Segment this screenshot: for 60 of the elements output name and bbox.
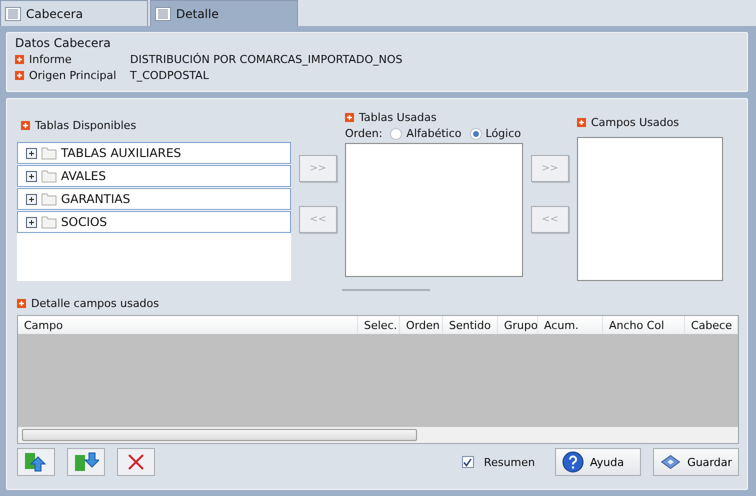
section-title: Tablas Usadas: [359, 111, 437, 124]
folder-icon: [41, 169, 57, 183]
document-icon: [5, 6, 21, 20]
expand-icon[interactable]: [26, 170, 37, 182]
expand-icon[interactable]: [26, 194, 37, 204]
tree-item[interactable]: AVALES: [17, 165, 291, 187]
column-header[interactable]: Acum.: [538, 316, 603, 334]
section-title: Campos Usados: [591, 116, 680, 129]
checkmark-icon: [463, 458, 472, 466]
field-label: Informe: [29, 53, 73, 66]
radio-option[interactable]: Alfabético: [390, 127, 462, 140]
summary-checkbox[interactable]: Resumen: [462, 456, 535, 468]
folder-icon: [41, 192, 57, 206]
field-value: T_CODPOSTAL: [130, 69, 209, 82]
item-label: AVALES: [61, 169, 106, 183]
section-title: Detalle campos usados: [31, 297, 159, 310]
column-header[interactable]: Selec.: [358, 316, 400, 334]
expand-icon[interactable]: [26, 148, 37, 158]
field-label: Origen Principal: [29, 69, 118, 82]
column-header[interactable]: Orden: [400, 316, 443, 334]
column-header[interactable]: Ancho Col: [603, 316, 685, 334]
tab[interactable]: Cabecera: [0, 0, 148, 26]
plus-icon: [577, 118, 586, 127]
column-header[interactable]: Cabece: [685, 316, 738, 334]
delete-button[interactable]: [117, 448, 155, 476]
help-button[interactable]: Ayuda: [555, 448, 641, 476]
radio-button[interactable]: [470, 128, 482, 140]
plus-icon: [17, 299, 26, 308]
radio-option[interactable]: Lógico: [470, 127, 521, 140]
section-title: Datos Cabecera: [15, 36, 112, 50]
document-icon: [155, 6, 171, 20]
radio-button[interactable]: [390, 128, 402, 140]
tree-item[interactable]: TABLAS AUXILIARES: [17, 142, 291, 164]
item-label: SOCIOS: [61, 215, 108, 229]
folder-icon: [41, 146, 57, 160]
table-up-arrow-icon: [23, 451, 49, 473]
plus-icon: [15, 55, 24, 64]
tree-item[interactable]: SOCIOS: [17, 211, 291, 233]
close-icon: [126, 452, 146, 472]
section-title: Tablas Disponibles: [35, 119, 136, 132]
tree-item[interactable]: GARANTIAS: [17, 188, 291, 210]
field-value: DISTRIBUCIÓN POR COMARCAS_IMPORTADO_NOS: [130, 53, 403, 66]
item-label: TABLAS AUXILIARES: [61, 146, 182, 160]
save-button[interactable]: Guardar: [653, 448, 739, 476]
column-header[interactable]: Grupo: [498, 316, 538, 334]
plus-icon: [15, 71, 24, 80]
table-down-arrow-icon: [73, 451, 99, 473]
column-header[interactable]: Campo: [18, 316, 358, 334]
order-label: Orden:: [345, 127, 382, 140]
plus-icon: [345, 113, 354, 122]
expand-icon[interactable]: [26, 216, 37, 228]
column-header[interactable]: Sentido: [443, 316, 498, 334]
item-label: GARANTIAS: [61, 192, 130, 206]
download-button[interactable]: [67, 448, 105, 476]
tab[interactable]: Detalle: [150, 0, 298, 26]
upload-button[interactable]: [17, 448, 55, 476]
plus-icon: [21, 121, 30, 130]
horizontal-scrollbar[interactable]: [18, 427, 738, 443]
help-icon: [562, 451, 584, 473]
folder-icon: [41, 215, 57, 229]
